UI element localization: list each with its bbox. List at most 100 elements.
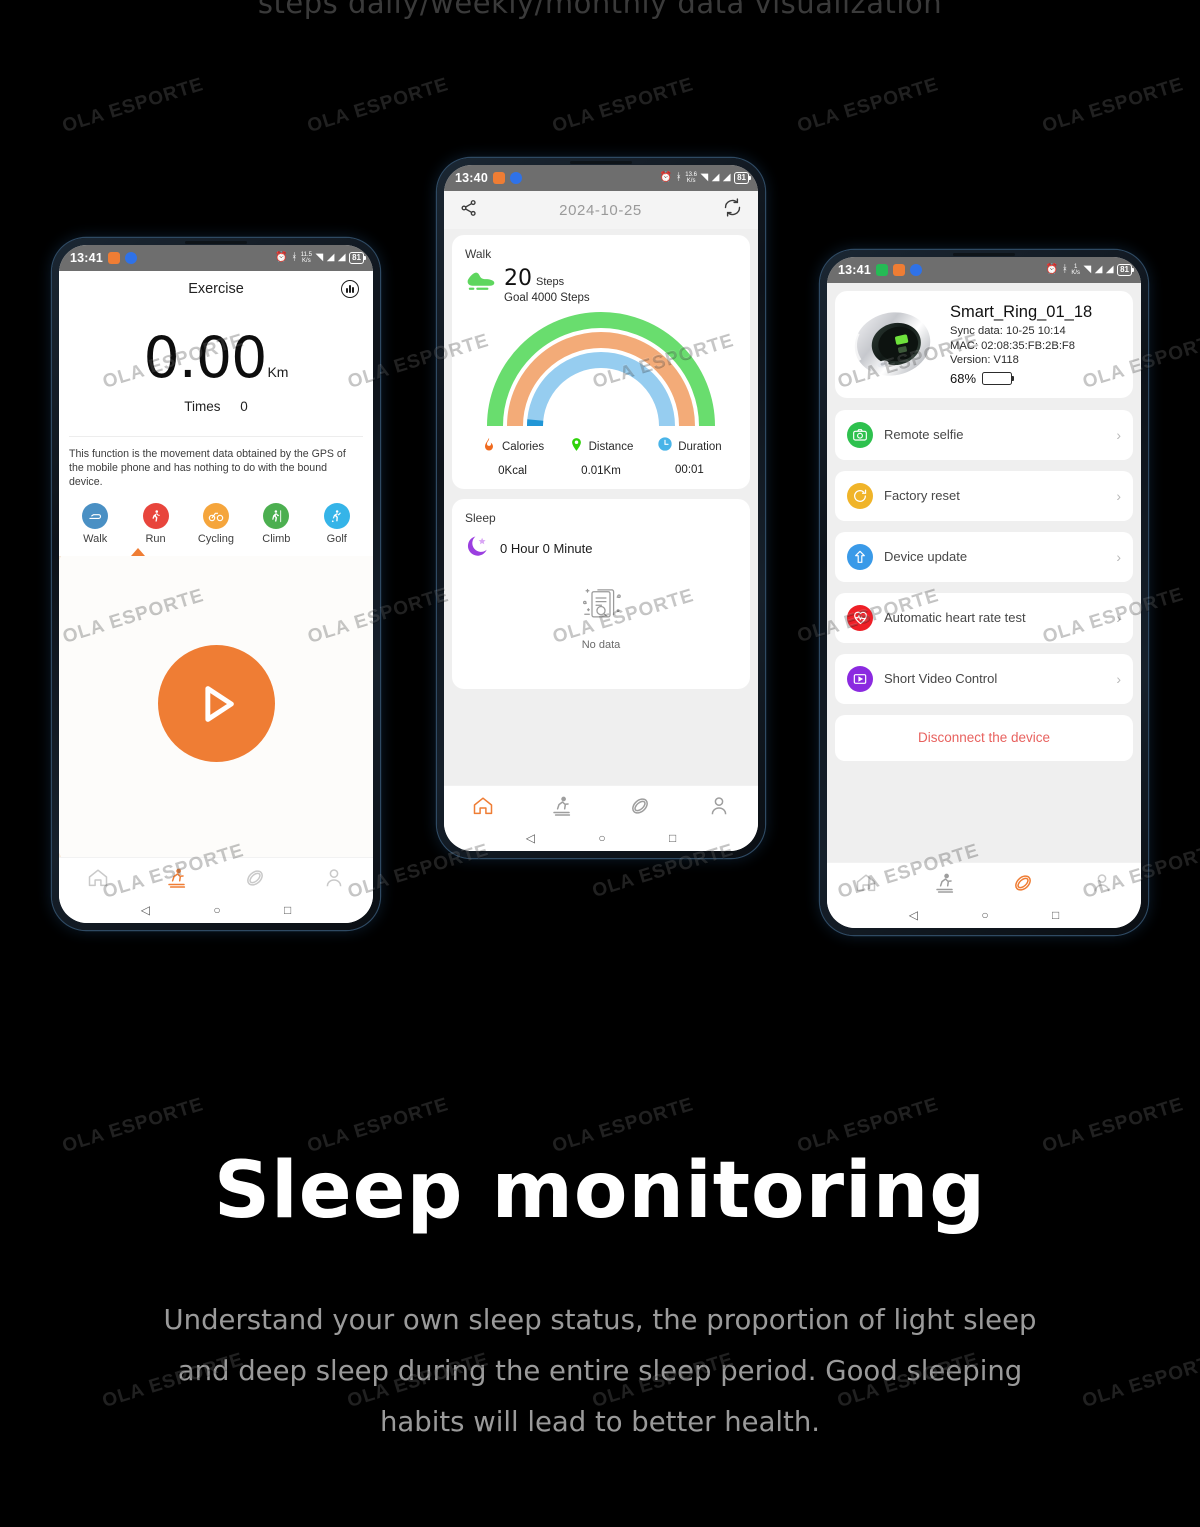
- sport-option-golf[interactable]: Golf: [309, 503, 365, 545]
- tab-device[interactable]: [627, 793, 653, 819]
- watermark-text: OLA ESPORTE: [1039, 74, 1187, 137]
- menu-label: Automatic heart rate test: [884, 610, 1026, 626]
- alarm-icon: ⏰: [659, 172, 673, 183]
- wifi-icon: ◥: [315, 252, 324, 263]
- menu-item-device-update[interactable]: Device update ›: [835, 531, 1133, 582]
- nav-recents-icon[interactable]: □: [284, 904, 291, 916]
- phone-mid-screen: 13:40 ⏰ ᚼ 13.6 K/s ◥ ◢ ◢ 81 2024-10-25 W…: [444, 165, 758, 851]
- device-battery: 68%: [950, 371, 1092, 386]
- menu-label: Factory reset: [884, 488, 960, 504]
- menu-item-factory-reset[interactable]: Factory reset ›: [835, 470, 1133, 521]
- menu-item-remote-selfie[interactable]: Remote selfie ›: [835, 409, 1133, 460]
- times-value: 0: [240, 399, 248, 414]
- menu-item-heart-rate[interactable]: Automatic heart rate test ›: [835, 592, 1133, 643]
- network-speed: 1 K/s: [1071, 264, 1080, 276]
- selected-sport-indicator: [131, 548, 145, 556]
- page-subtext: Understand your own sleep status, the pr…: [163, 1304, 1037, 1438]
- status-bar-mid: 13:40 ⏰ ᚼ 13.6 K/s ◥ ◢ ◢ 81: [444, 165, 758, 191]
- nav-recents-icon[interactable]: □: [669, 832, 676, 844]
- tab-sport[interactable]: [549, 793, 575, 819]
- disconnect-device-button[interactable]: Disconnect the device: [835, 714, 1133, 761]
- nav-home-icon[interactable]: ○: [598, 832, 605, 844]
- bottom-tabbar-right: [827, 862, 1141, 902]
- upload-arrow-icon: [847, 543, 873, 570]
- sport-option-cycling[interactable]: Cycling: [188, 503, 244, 545]
- status-time: 13:40: [455, 171, 488, 185]
- sport-option-walk[interactable]: Walk: [67, 503, 123, 545]
- flame-icon: [481, 436, 497, 458]
- walk-card-title: Walk: [465, 247, 492, 261]
- chevron-right-icon: ›: [1116, 609, 1121, 626]
- sleep-card-title: Sleep: [465, 511, 496, 525]
- phone-speaker: [953, 253, 1015, 256]
- nav-back-icon[interactable]: ◁: [909, 909, 918, 921]
- start-exercise-play-button[interactable]: [157, 645, 275, 762]
- menu-item-short-video-control[interactable]: Short Video Control ›: [835, 653, 1133, 704]
- tab-sport[interactable]: [164, 865, 190, 891]
- network-speed: 11.5 K/s: [300, 252, 312, 264]
- no-data-label: No data: [581, 639, 621, 651]
- metric-calories: Calories 0Kcal: [469, 436, 556, 477]
- android-nav-left: ◁ ○ □: [59, 897, 373, 923]
- steps-value: 20: [504, 266, 532, 291]
- tab-device[interactable]: [1010, 870, 1036, 896]
- bottom-tabbar-mid: [444, 785, 758, 825]
- smart-ring-photo: [845, 305, 940, 383]
- climb-icon: [263, 503, 290, 529]
- nav-recents-icon[interactable]: □: [1052, 909, 1059, 921]
- tab-home[interactable]: [853, 870, 879, 896]
- run-icon: [142, 503, 169, 529]
- walk-card[interactable]: Walk 20 Steps Goal 4000 Steps Calories 0…: [452, 235, 750, 489]
- heart-rate-icon: [847, 604, 873, 631]
- watermark-text: OLA ESPORTE: [304, 74, 452, 137]
- sleep-row: 0 Hour 0 Minute: [465, 533, 737, 564]
- status-bar-left: 13:41 ⏰ ᚼ 11.5 K/s ◥ ◢ ◢ 81: [59, 245, 373, 271]
- tab-profile[interactable]: [706, 793, 732, 819]
- network-speed: 13.6 K/s: [685, 172, 697, 184]
- tab-home[interactable]: [470, 793, 496, 819]
- device-info-card[interactable]: Smart_Ring_01_18 Sync data: 10-25 10:14 …: [835, 291, 1133, 398]
- home-content: Walk 20 Steps Goal 4000 Steps Calories 0…: [444, 229, 758, 785]
- menu-label: Remote selfie: [884, 427, 964, 443]
- tab-profile[interactable]: [321, 865, 347, 891]
- share-icon[interactable]: [459, 198, 479, 223]
- camera-icon: [847, 421, 873, 448]
- chevron-right-icon: ›: [1116, 670, 1121, 687]
- nav-back-icon[interactable]: ◁: [141, 904, 150, 916]
- tab-sport[interactable]: [932, 870, 958, 896]
- times-row: Times 0: [59, 399, 373, 414]
- tab-profile[interactable]: [1089, 870, 1115, 896]
- steps-row: 20 Steps Goal 4000 Steps: [465, 268, 737, 304]
- orange-message-badge-icon: [492, 172, 505, 184]
- nav-back-icon[interactable]: ◁: [526, 832, 535, 844]
- status-bar-right: 13:41 ⏰ ᚼ 1 K/s ◥ ◢ ◢ 81: [827, 257, 1141, 283]
- green-call-badge-icon: [875, 264, 888, 276]
- sleep-card[interactable]: Sleep 0 Hour 0 Minute No data: [452, 499, 750, 689]
- tab-home[interactable]: [85, 865, 111, 891]
- nav-home-icon[interactable]: ○: [981, 909, 988, 921]
- distance-display: 0.00Km: [59, 325, 373, 391]
- tab-device[interactable]: [242, 865, 268, 891]
- exercise-header: Exercise: [59, 271, 373, 307]
- sport-option-run[interactable]: Run: [128, 503, 184, 545]
- bottom-tabbar-left: [59, 857, 373, 897]
- phone-left-exercise: 13:41 ⏰ ᚼ 11.5 K/s ◥ ◢ ◢ 81 Exercise 0.0…: [52, 238, 380, 930]
- exercise-body: 0.00Km Times 0 This function is the move…: [59, 307, 373, 556]
- map-background[interactable]: [59, 556, 373, 857]
- blue-app-badge-icon: [909, 264, 922, 276]
- video-play-icon: [847, 665, 873, 692]
- alarm-icon: ⏰: [1045, 264, 1059, 275]
- sport-option-climb[interactable]: Climb: [248, 503, 304, 545]
- refresh-icon[interactable]: [722, 197, 743, 223]
- bar-chart-icon[interactable]: [341, 280, 359, 298]
- status-time: 13:41: [838, 263, 871, 277]
- no-data-document-icon: [574, 584, 628, 635]
- wifi-icon: ◥: [700, 172, 709, 183]
- nav-home-icon[interactable]: ○: [213, 904, 220, 916]
- date-label[interactable]: 2024-10-25: [559, 202, 642, 219]
- metric-distance: Distance 0.01Km: [557, 436, 644, 477]
- device-name: Smart_Ring_01_18: [950, 303, 1093, 321]
- chevron-right-icon: ›: [1116, 487, 1121, 504]
- clock-icon: [657, 436, 673, 457]
- wifi-icon: ◥: [1083, 264, 1092, 275]
